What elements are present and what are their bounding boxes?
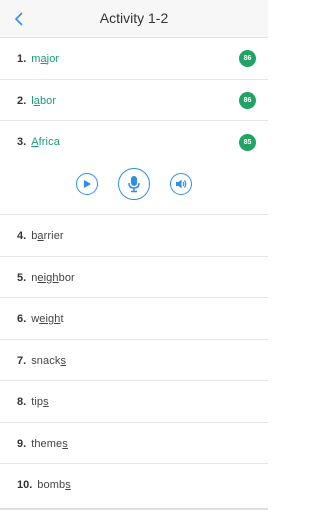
listen-button[interactable] [170,173,192,195]
audio-controls [0,166,268,202]
item-word: major [31,53,60,65]
speaker-icon [176,179,187,189]
microphone-icon [128,176,140,193]
item-word: neighbor [31,271,75,284]
item-word: weight [31,313,64,325]
item-number: 8. [17,396,27,408]
list-item[interactable]: 6. weight [0,298,268,340]
list-item[interactable]: 10. bombs [0,464,268,506]
item-word: snacks [31,354,67,367]
record-button[interactable] [118,168,150,200]
item-number: 4. [17,230,27,242]
play-icon [84,180,91,188]
item-number: 9. [17,437,27,450]
word-list: 1. major 86 2. labor 86 3. Africa 85 4. … [0,38,268,506]
top-bar: Activity 1-2 [0,0,268,38]
item-word: Africa [31,136,60,148]
item-word: bombs [37,479,71,491]
score-badge: 85 [239,134,256,151]
item-number: 5. [17,271,27,284]
list-item[interactable]: 7. snacks [0,340,268,381]
list-item[interactable]: 1. major 86 [0,38,268,80]
score-badge: 86 [239,91,256,109]
item-number: 7. [17,354,27,367]
list-item-expanded[interactable]: 3. Africa 85 [0,121,268,215]
list-item[interactable]: 2. labor 86 [0,80,268,121]
item-word: labor [31,94,57,107]
item-number: 3. [17,136,27,148]
play-button[interactable] [76,173,98,195]
list-item[interactable]: 4. barrier [0,215,268,257]
score-badge: 86 [239,50,256,67]
list-item[interactable]: 5. neighbor [0,257,268,298]
list-item[interactable]: 8. tips [0,381,268,423]
list-item[interactable]: 9. themes [0,423,268,464]
item-word: barrier [31,230,64,242]
item-word: tips [31,396,49,408]
item-number: 6. [17,313,27,325]
item-number: 2. [17,94,27,107]
item-number: 10. [17,479,33,491]
item-number: 1. [17,53,27,65]
page-title: Activity 1-2 [99,10,169,26]
item-word: themes [31,437,68,450]
